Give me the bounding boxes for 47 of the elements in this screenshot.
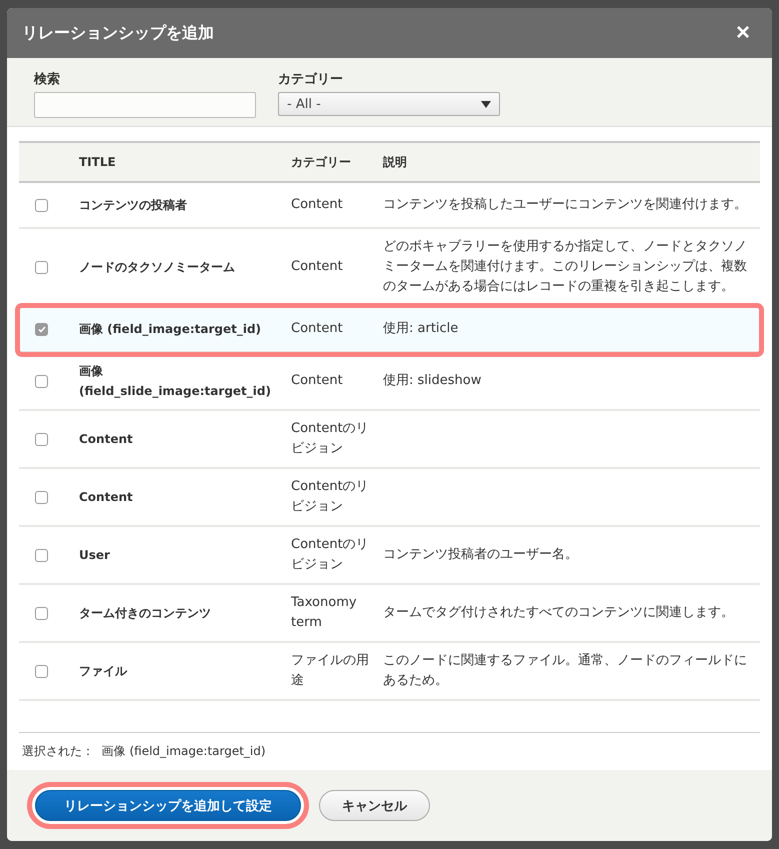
title-cell-text: ターム付きのコンテンツ bbox=[79, 605, 212, 622]
close-button[interactable]: × bbox=[732, 21, 754, 45]
description-cell-text: コンテンツを投稿したユーザーにコンテンツを関連付けます。 bbox=[383, 196, 748, 214]
title-cell-text: Content bbox=[79, 489, 134, 506]
column-header: 説明 bbox=[383, 154, 408, 170]
description-cell-text: 使用: slideshow bbox=[383, 372, 482, 390]
field-label: カテゴリー bbox=[278, 71, 344, 88]
category-cell-text: Content bbox=[291, 196, 344, 214]
checkbox[interactable] bbox=[35, 374, 48, 388]
title-cell-text: ファイル bbox=[79, 663, 128, 680]
description-cell-text: 使用: article bbox=[383, 320, 460, 338]
category-cell-text: Content bbox=[291, 320, 344, 338]
field-label: 検索 bbox=[34, 70, 61, 88]
selection-text: 選択された： 画像 (field_image:target_id) bbox=[22, 744, 266, 758]
checkbox[interactable] bbox=[35, 490, 48, 504]
checkbox[interactable] bbox=[35, 432, 48, 446]
description-cell-text: このノードに関連するファイル。通常、ノードのフィールドにあるため。 bbox=[383, 652, 748, 690]
category-cell-text: Contentのリビジョン bbox=[291, 420, 370, 458]
description-cell-text: コンテンツ投稿者のユーザー名。 bbox=[383, 546, 579, 564]
title-cell-text: 画像 (field_slide_image:target_id) bbox=[79, 363, 272, 400]
category-cell-text: ファイルの用途 bbox=[291, 652, 370, 690]
description-cell-text: タームでタグ付けされたすべてのコンテンツに関連します。 bbox=[383, 604, 735, 622]
title-cell-text: ノードのタクソノミーターム bbox=[79, 259, 236, 276]
category-cell-text: Taxonomy term bbox=[291, 594, 358, 632]
cancel-button[interactable]: キャンセル bbox=[319, 790, 430, 821]
dialog-title: リレーションシップを追加 bbox=[22, 22, 214, 44]
description-cell-text: どのボキャブラリーを使用するか指定して、ノードとタクソノミータームを関連付けます。このリレーションシップは、複数のタームがある場合にはレコードの重複を引き起こします。 bbox=[383, 238, 748, 296]
column-header: カテゴリー bbox=[291, 154, 352, 170]
title-cell-text: Content bbox=[79, 431, 134, 448]
category-cell-text: Contentのリビジョン bbox=[291, 478, 370, 516]
checkbox[interactable] bbox=[35, 322, 48, 336]
category-cell-text: Content bbox=[291, 258, 344, 276]
check-icon bbox=[38, 326, 46, 332]
category-cell-text: Content bbox=[291, 372, 344, 390]
category-cell-text: Contentのリビジョン bbox=[291, 536, 370, 574]
column-header: TITLE bbox=[79, 155, 117, 169]
checkbox[interactable] bbox=[35, 198, 48, 212]
checkbox[interactable] bbox=[35, 548, 48, 562]
checkbox[interactable] bbox=[35, 664, 48, 678]
category-select[interactable]: - All - bbox=[278, 92, 500, 116]
title-cell-text: コンテンツの投稿者 bbox=[79, 197, 188, 214]
title-cell-text: User bbox=[79, 547, 111, 564]
caret-icon bbox=[481, 100, 491, 108]
checkbox[interactable] bbox=[35, 260, 48, 274]
title-cell-text: 画像 (field_image:target_id) bbox=[79, 321, 262, 338]
checkbox[interactable] bbox=[35, 606, 48, 620]
search-field[interactable] bbox=[34, 92, 256, 118]
